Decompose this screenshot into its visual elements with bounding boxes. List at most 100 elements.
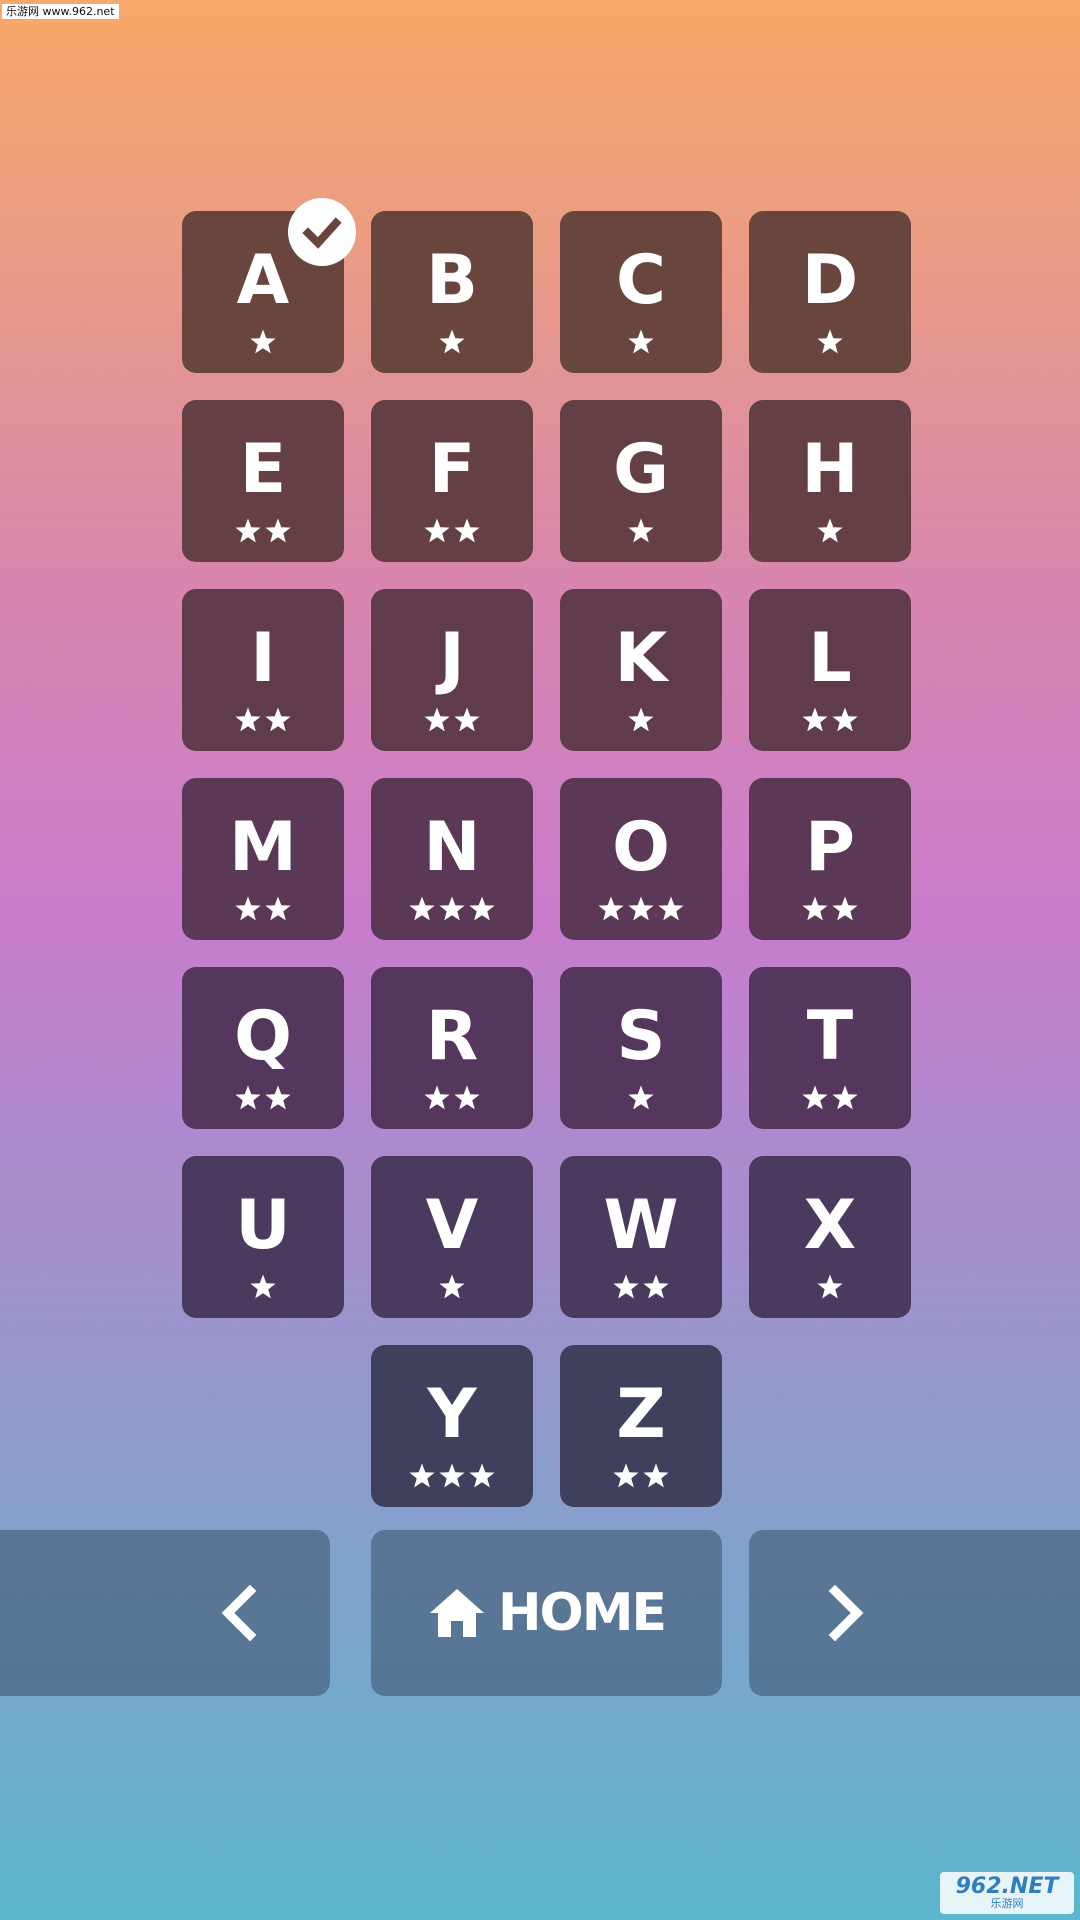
chevron-left-icon: [221, 1585, 257, 1641]
level-stars: [560, 1084, 722, 1112]
level-tile-q[interactable]: Q: [182, 967, 344, 1129]
level-stars: [182, 1084, 344, 1112]
level-letter: V: [425, 1186, 479, 1265]
previous-page-button[interactable]: [0, 1530, 330, 1696]
level-letter: H: [801, 430, 859, 509]
level-tile-d[interactable]: D: [749, 211, 911, 373]
level-tile-y[interactable]: Y: [371, 1345, 533, 1507]
level-stars: [560, 328, 722, 356]
level-tile-c[interactable]: C: [560, 211, 722, 373]
level-letter: C: [616, 241, 666, 320]
star-icon: [424, 1085, 450, 1110]
level-stars: [560, 517, 722, 545]
level-stars: [371, 895, 533, 923]
level-stars: [371, 1084, 533, 1112]
level-stars: [749, 895, 911, 923]
level-letter: I: [250, 619, 276, 698]
level-stars: [749, 328, 911, 356]
star-icon: [643, 1274, 669, 1299]
level-tile-s[interactable]: S: [560, 967, 722, 1129]
level-tile-n[interactable]: N: [371, 778, 533, 940]
star-icon: [439, 896, 465, 921]
level-tile-u[interactable]: U: [182, 1156, 344, 1318]
level-stars: [749, 706, 911, 734]
star-icon: [817, 329, 843, 354]
level-tile-t[interactable]: T: [749, 967, 911, 1129]
next-page-button[interactable]: [749, 1530, 1080, 1696]
level-stars: [371, 706, 533, 734]
star-icon: [409, 896, 435, 921]
star-icon: [832, 707, 858, 732]
level-letter: X: [803, 1186, 857, 1265]
level-letter: M: [229, 808, 297, 887]
level-stars: [560, 895, 722, 923]
level-letter: U: [235, 1186, 291, 1265]
watermark-bottom: 962.NET 乐游网: [940, 1872, 1074, 1914]
watermark-top: 乐游网 www.962.net: [2, 4, 119, 19]
star-icon: [469, 896, 495, 921]
star-icon: [439, 1463, 465, 1488]
star-icon: [424, 707, 450, 732]
level-tile-l[interactable]: L: [749, 589, 911, 751]
level-letter: R: [425, 997, 479, 1076]
level-tile-o[interactable]: O: [560, 778, 722, 940]
level-stars: [371, 517, 533, 545]
level-tile-x[interactable]: X: [749, 1156, 911, 1318]
level-tile-h[interactable]: H: [749, 400, 911, 562]
star-icon: [628, 329, 654, 354]
level-letter: O: [612, 808, 670, 887]
level-tile-v[interactable]: V: [371, 1156, 533, 1318]
chevron-right-icon: [828, 1585, 864, 1641]
star-icon: [454, 518, 480, 543]
level-letter: F: [428, 430, 476, 509]
level-stars: [182, 517, 344, 545]
level-letter: Y: [427, 1375, 477, 1454]
level-tile-p[interactable]: P: [749, 778, 911, 940]
star-icon: [235, 518, 261, 543]
level-letter: W: [603, 1186, 679, 1265]
star-icon: [817, 518, 843, 543]
level-letter: B: [426, 241, 478, 320]
level-tile-j[interactable]: J: [371, 589, 533, 751]
star-icon: [628, 896, 654, 921]
star-icon: [265, 707, 291, 732]
level-tile-g[interactable]: G: [560, 400, 722, 562]
level-tile-k[interactable]: K: [560, 589, 722, 751]
level-stars: [182, 895, 344, 923]
level-stars: [560, 1273, 722, 1301]
level-stars: [560, 706, 722, 734]
level-stars: [749, 1084, 911, 1112]
level-tile-m[interactable]: M: [182, 778, 344, 940]
star-icon: [802, 707, 828, 732]
level-tile-b[interactable]: B: [371, 211, 533, 373]
star-icon: [409, 1463, 435, 1488]
level-stars: [182, 706, 344, 734]
star-icon: [802, 1085, 828, 1110]
level-tile-e[interactable]: E: [182, 400, 344, 562]
level-stars: [371, 1462, 533, 1490]
home-button[interactable]: HOME: [371, 1530, 722, 1696]
level-letter: J: [439, 619, 465, 698]
star-icon: [454, 707, 480, 732]
star-icon: [235, 896, 261, 921]
level-tile-w[interactable]: W: [560, 1156, 722, 1318]
level-stars: [371, 1273, 533, 1301]
level-letter: P: [805, 808, 855, 887]
level-stars: [182, 1273, 344, 1301]
level-tile-f[interactable]: F: [371, 400, 533, 562]
level-letter: G: [613, 430, 669, 509]
star-icon: [250, 1274, 276, 1299]
star-icon: [424, 518, 450, 543]
level-stars: [749, 1273, 911, 1301]
level-letter: T: [806, 997, 854, 1076]
level-letter: Q: [234, 997, 292, 1076]
level-tile-i[interactable]: I: [182, 589, 344, 751]
level-stars: [371, 328, 533, 356]
star-icon: [265, 896, 291, 921]
home-label: HOME: [498, 1583, 667, 1643]
checkmark-icon: [288, 198, 356, 266]
star-icon: [598, 896, 624, 921]
level-tile-z[interactable]: Z: [560, 1345, 722, 1507]
level-tile-r[interactable]: R: [371, 967, 533, 1129]
star-icon: [628, 518, 654, 543]
